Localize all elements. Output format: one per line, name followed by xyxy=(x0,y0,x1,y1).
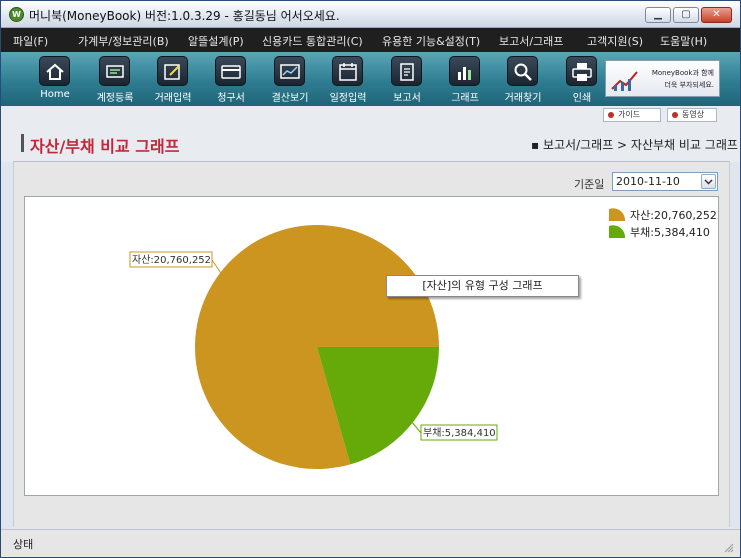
data-label-liability: 부채:5,384,410 xyxy=(420,424,498,441)
settlement-view-icon xyxy=(274,56,305,86)
chart-tooltip: [자산]의 유형 구성 그래프 xyxy=(386,275,579,297)
toolbar-graph-button[interactable]: 그래프 xyxy=(435,55,495,104)
maximize-button[interactable]: ▢ xyxy=(673,7,699,23)
legend-item-1: 부채:5,384,410 xyxy=(609,225,710,239)
breadcrumb: ▪ 보고서/그래프 > 자산부채 비교 그래프 xyxy=(531,138,738,152)
home-icon xyxy=(39,56,70,86)
search-icon xyxy=(507,56,538,86)
chart-area: 자산:20,760,252 부채:5,384,410 자산:20,760,252 부채… xyxy=(24,196,719,496)
toolbar-home-button[interactable]: Home xyxy=(25,55,85,103)
toolbar-label: 거래입력 xyxy=(154,93,192,104)
menu-tools-settings[interactable]: 유용한 기능&설정(T) xyxy=(382,33,480,49)
toolbar-schedule-button[interactable]: 일정입력 xyxy=(318,55,378,104)
toolbar-label: 인쇄 xyxy=(572,93,592,104)
account-register-icon xyxy=(99,56,130,86)
status-text: 상태 xyxy=(13,538,34,551)
toolbar-bill-button[interactable]: 청구서 xyxy=(201,55,261,104)
menu-reports-graphs[interactable]: 보고서/그래프 xyxy=(499,33,563,49)
title-bar: W 머니북(MoneyBook) 버전:1.0.3.29 - 홍길동님 어서오세… xyxy=(1,1,740,28)
toolbar-account-register-button[interactable]: 계정등록 xyxy=(85,55,145,104)
app-logo-icon: W xyxy=(9,7,24,22)
minimize-button[interactable]: ▁ xyxy=(645,7,671,23)
menu-file[interactable]: 파일(F) xyxy=(13,33,48,49)
transaction-entry-icon xyxy=(157,56,188,86)
menu-bar: 파일(F) 가계부/정보관리(B) 알뜰설계(P) 신용카드 통합관리(C) 유… xyxy=(1,28,740,52)
banner-line-2: 더욱 부자되세요. xyxy=(664,81,714,89)
toolbar-settlement-button[interactable]: 결산보기 xyxy=(260,55,320,104)
toolbar-label: 보고서 xyxy=(393,93,421,104)
growth-chart-icon xyxy=(611,71,638,91)
video-button[interactable]: 동영상 xyxy=(667,108,717,122)
toolbar-print-button[interactable]: 인쇄 xyxy=(552,55,612,104)
svg-text:자산:20,760,252: 자산:20,760,252 xyxy=(132,254,211,266)
card-bill-icon xyxy=(215,56,246,86)
calendar-icon xyxy=(332,56,363,86)
chevron-down-icon[interactable] xyxy=(701,174,716,189)
pie-chart[interactable]: 자산:20,760,252 부채:5,384,410 자산:20,760,252 부채… xyxy=(25,197,718,495)
toolbar-label: 거래찾기 xyxy=(504,93,542,104)
page-title-marker xyxy=(21,134,24,152)
toolbar-label: Home xyxy=(40,89,70,100)
guide-button[interactable]: 가이드 xyxy=(603,108,661,122)
banner-line-1: MoneyBook과 함께 xyxy=(651,69,714,77)
close-button[interactable]: ✕ xyxy=(701,7,732,23)
base-date-label: 기준일 xyxy=(574,178,605,191)
toolbar-label: 결산보기 xyxy=(271,93,309,104)
report-icon xyxy=(391,56,422,86)
promo-banner[interactable]: MoneyBook과 함께 더욱 부자되세요. xyxy=(605,60,720,97)
app-window: W 머니북(MoneyBook) 버전:1.0.3.29 - 홍길동님 어서오세… xyxy=(0,0,741,558)
base-date-select[interactable]: 2010-11-10 xyxy=(612,172,718,191)
toolbar-search-button[interactable]: 거래찾기 xyxy=(493,55,553,104)
data-label-asset-leader xyxy=(211,259,224,277)
printer-icon xyxy=(566,56,597,86)
bar-chart-icon xyxy=(449,56,480,86)
data-label-asset: 자산:20,760,252 xyxy=(129,251,213,268)
window-title: 머니북(MoneyBook) 버전:1.0.3.29 - 홍길동님 어서오세요. xyxy=(29,9,340,23)
menu-help[interactable]: 도움말(H) xyxy=(660,33,707,49)
menu-support[interactable]: 고객지원(S) xyxy=(587,33,643,49)
menu-household-ledger[interactable]: 가계부/정보관리(B) xyxy=(78,33,169,49)
menu-savings-plan[interactable]: 알뜰설계(P) xyxy=(188,33,244,49)
svg-text:부채:5,384,410: 부채:5,384,410 xyxy=(423,427,496,439)
toolbar-transaction-entry-button[interactable]: 거래입력 xyxy=(143,55,203,104)
svg-text:부채:5,384,410: 부채:5,384,410 xyxy=(630,226,710,239)
toolbar-report-button[interactable]: 보고서 xyxy=(377,55,437,104)
toolbar-label: 청구서 xyxy=(217,93,245,104)
status-bar: 상태 xyxy=(1,529,740,557)
toolbar-label: 그래프 xyxy=(451,93,479,104)
toolbar-label: 계정등록 xyxy=(96,93,134,104)
legend-item-0: 자산:20,760,252 xyxy=(609,208,717,222)
base-date-value: 2010-11-10 xyxy=(616,175,680,188)
toolbar-label: 일정입력 xyxy=(329,93,367,104)
resize-grip-icon[interactable] xyxy=(724,543,734,553)
page-title: 자산/부채 비교 그래프 xyxy=(30,137,180,156)
menu-credit-card[interactable]: 신용카드 통합관리(C) xyxy=(262,33,363,49)
svg-text:자산:20,760,252: 자산:20,760,252 xyxy=(630,209,717,222)
